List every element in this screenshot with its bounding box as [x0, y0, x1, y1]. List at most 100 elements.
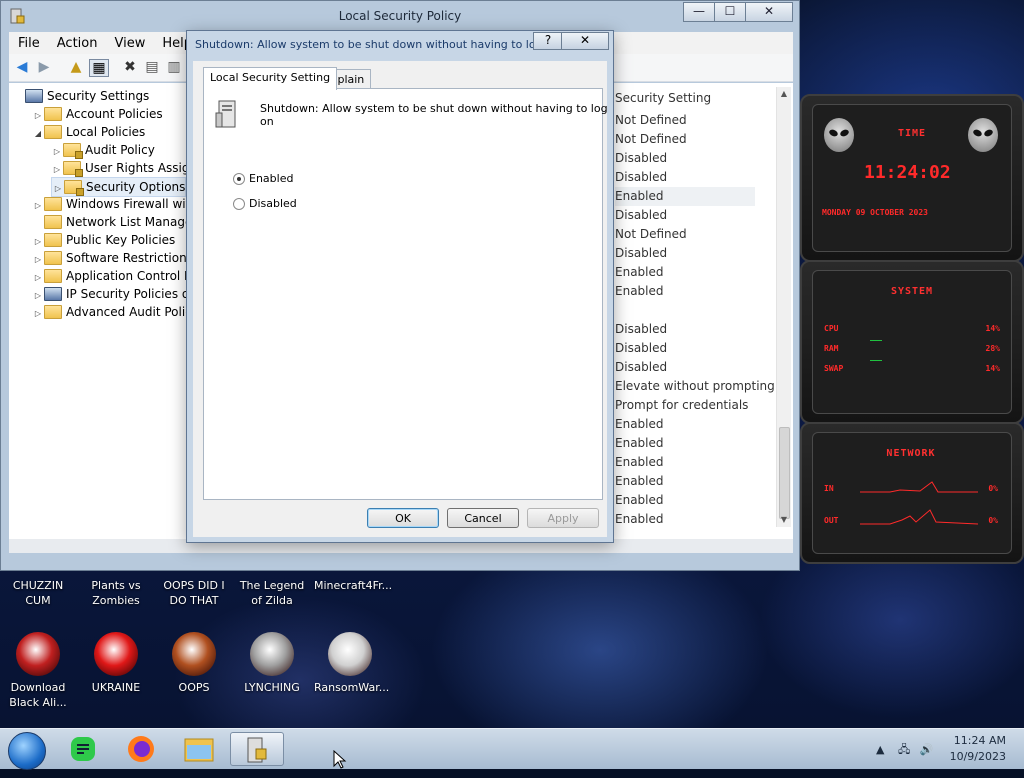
tree-expander-icon[interactable]: ▷: [32, 305, 44, 323]
show-hidden-icons-icon[interactable]: ▲: [876, 743, 884, 756]
tree-expander-icon[interactable]: ◢: [32, 125, 44, 143]
cpu-label: CPU: [824, 324, 839, 333]
desktop-shortcut[interactable]: Download Black Ali...: [2, 632, 74, 710]
help-button[interactable]: ?: [533, 32, 563, 50]
desktop-shortcut[interactable]: OOPS: [158, 632, 230, 695]
list-item[interactable]: Disabled: [615, 168, 667, 187]
list-item[interactable]: Enabled: [615, 282, 664, 301]
tab-local-security-setting[interactable]: Local Security Setting: [203, 67, 338, 90]
list-item[interactable]: Enabled: [615, 187, 755, 206]
desktop-shortcut[interactable]: OOPS DID I DO THAT: [158, 578, 230, 608]
column-header-security-setting[interactable]: Security Setting: [615, 91, 711, 105]
tree-node[interactable]: ▷ Advanced Audit Policy Configuration: [32, 303, 187, 321]
list-item[interactable]: Elevate without prompting: [615, 377, 775, 396]
system-gadget[interactable]: SYSTEM CPU 14% RAM 28% SWAP 14%: [800, 260, 1024, 424]
list-item[interactable]: Disabled: [615, 358, 667, 377]
taskbar-explorer-icon[interactable]: [176, 732, 222, 766]
list-item[interactable]: Not Defined: [615, 111, 687, 130]
tree-node[interactable]: ▷ Audit Policy: [51, 141, 155, 159]
list-item[interactable]: Disabled: [615, 149, 667, 168]
scroll-up-arrow-icon[interactable]: ▲: [777, 87, 791, 101]
network-status-icon[interactable]: 🖧: [898, 743, 910, 756]
show-hide-tree-icon[interactable]: ▦: [89, 59, 109, 77]
list-item[interactable]: Disabled: [615, 206, 667, 225]
list-item[interactable]: Enabled: [615, 472, 664, 491]
ok-button[interactable]: OK: [367, 508, 439, 528]
forward-arrow-icon[interactable]: ▶: [35, 59, 53, 75]
desktop-shortcut-icon: [250, 632, 294, 676]
list-item[interactable]: Enabled: [615, 491, 664, 510]
vertical-scrollbar[interactable]: ▲ ▼: [776, 87, 791, 527]
taskbar-firefox-icon[interactable]: [118, 732, 164, 766]
taskbar: ▲ 🖧 🔊 11:24 AM 10/9/2023: [0, 728, 1024, 770]
dialog-close-button[interactable]: ✕: [561, 32, 609, 50]
radio-disabled[interactable]: [233, 198, 245, 210]
menu-file[interactable]: File: [9, 32, 48, 54]
taskbar-clock[interactable]: 11:24 AM 10/9/2023: [950, 733, 1006, 765]
desktop-shortcut[interactable]: Minecraft4Fr...: [314, 578, 392, 593]
start-button[interactable]: [8, 732, 46, 770]
tree-node[interactable]: Security Settings: [13, 87, 149, 105]
minimize-button[interactable]: —: [683, 2, 715, 22]
tree-node[interactable]: ▷IP Security Policies on Local Computer: [32, 285, 187, 303]
tree-node[interactable]: ▷Software Restriction Policies: [32, 249, 187, 267]
network-gadget[interactable]: NETWORK IN 0% OUT 0%: [800, 422, 1024, 564]
tree-node[interactable]: Network List Manager Policies: [32, 213, 187, 231]
close-button[interactable]: ✕: [745, 2, 793, 22]
policy-properties-dialog[interactable]: Shutdown: Allow system to be shut down w…: [186, 30, 614, 543]
properties-icon[interactable]: ▤: [143, 59, 161, 75]
list-item[interactable]: Prompt for credentials: [615, 396, 748, 415]
scroll-down-arrow-icon[interactable]: ▼: [777, 513, 791, 527]
desktop-shortcut[interactable]: UKRAINE: [80, 632, 152, 695]
maximize-button[interactable]: ☐: [714, 2, 746, 22]
tree-node[interactable]: ▷Windows Firewall with Advanced Security: [32, 195, 187, 213]
up-folder-icon[interactable]: ▲: [67, 59, 85, 75]
menu-view[interactable]: View: [105, 32, 153, 54]
shield-folder-icon: [44, 286, 62, 301]
tree-node[interactable]: ▷Application Control Policies: [32, 267, 187, 285]
tree-node-label: Account Policies: [66, 107, 163, 121]
delete-icon[interactable]: ✖: [121, 59, 139, 75]
list-item[interactable]: Not Defined: [615, 130, 687, 149]
cancel-button[interactable]: Cancel: [447, 508, 519, 528]
tree-node[interactable]: ▷ Public Key Policies: [32, 231, 175, 249]
list-item[interactable]: Not Defined: [615, 225, 687, 244]
taskbar-local-security-policy-icon[interactable]: [230, 732, 284, 766]
tree-node-label: Public Key Policies: [66, 233, 176, 247]
menu-action[interactable]: Action: [48, 32, 106, 54]
window-title-bar[interactable]: Local Security Policy — ☐ ✕: [1, 1, 799, 31]
radio-enabled[interactable]: [233, 173, 245, 185]
tree-node[interactable]: ▷User Rights Assignment: [51, 159, 187, 177]
tree-node[interactable]: ▷ Account Policies: [32, 105, 163, 123]
tree-node[interactable]: ▷ Security Options: [51, 177, 187, 197]
alien-head-icon: [824, 118, 854, 152]
desktop-shortcut[interactable]: LYNCHING: [236, 632, 308, 695]
taskbar-notes-app-icon[interactable]: [60, 732, 106, 766]
volume-icon[interactable]: 🔊: [920, 743, 934, 756]
desktop-shortcut[interactable]: CHUZZIN CUM: [2, 578, 74, 608]
tree-node[interactable]: ◢ Local Policies: [32, 123, 145, 141]
desktop-shortcut[interactable]: RansomWar...: [314, 632, 389, 695]
desktop-shortcut-label: LYNCHING: [244, 681, 300, 694]
list-item[interactable]: Disabled: [615, 244, 667, 263]
list-item[interactable]: Enabled: [615, 510, 664, 529]
list-item[interactable]: Enabled: [615, 434, 664, 453]
desktop-shortcut[interactable]: The Legend of Zilda: [236, 578, 308, 608]
list-item[interactable]: Enabled: [615, 453, 664, 472]
tree-node-label: Audit Policy: [85, 143, 155, 157]
folder-icon: [44, 106, 62, 121]
system-gadget-title: SYSTEM: [890, 286, 934, 297]
scrollbar-thumb[interactable]: [779, 427, 790, 519]
radio-disabled-label[interactable]: Disabled: [249, 197, 297, 210]
desktop-shortcut[interactable]: Plants vs Zombies: [80, 578, 152, 608]
list-item[interactable]: Enabled: [615, 263, 664, 282]
list-item[interactable]: Enabled: [615, 415, 664, 434]
apply-button[interactable]: Apply: [527, 508, 599, 528]
export-list-icon[interactable]: ▥: [165, 59, 183, 75]
folder-icon: [44, 250, 62, 265]
list-item[interactable]: Disabled: [615, 320, 667, 339]
back-arrow-icon[interactable]: ◀: [13, 59, 31, 75]
time-gadget[interactable]: TIME 11:24:02 MONDAY 09 OCTOBER 2023: [800, 94, 1024, 262]
radio-enabled-label[interactable]: Enabled: [249, 172, 293, 185]
list-item[interactable]: Disabled: [615, 339, 667, 358]
